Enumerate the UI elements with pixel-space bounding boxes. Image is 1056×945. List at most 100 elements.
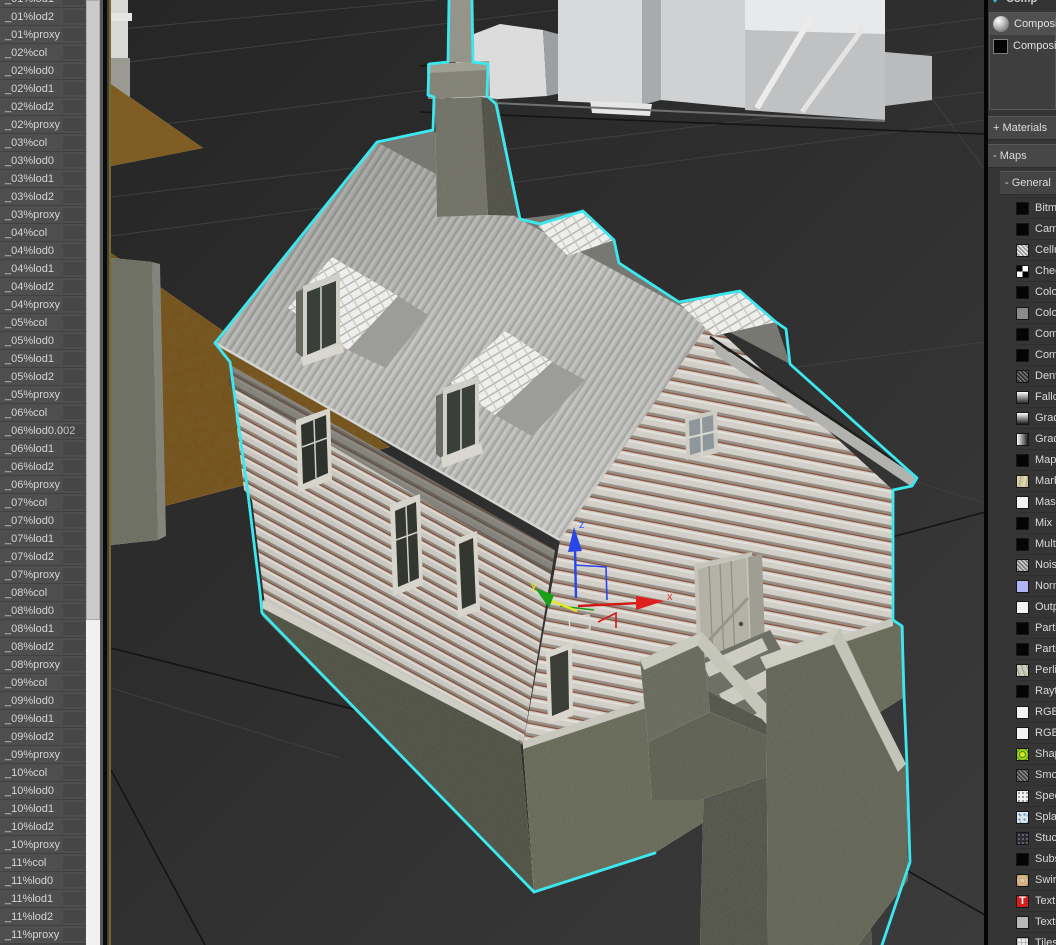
scene-object-row[interactable]: _11%proxy	[0, 926, 86, 944]
map-item[interactable]: Raytrace	[1016, 680, 1056, 701]
scene-object-row[interactable]: _09%lod0	[0, 692, 86, 710]
scene-object-row[interactable]: _04%proxy	[0, 296, 86, 314]
map-item[interactable]: Normal Bump	[1016, 575, 1056, 596]
map-item[interactable]: Output	[1016, 596, 1056, 617]
selected-house[interactable]	[213, 0, 919, 945]
result-row-map[interactable]: Composite	[990, 35, 1056, 57]
map-item[interactable]: Cellular	[1016, 239, 1056, 260]
result-row-material[interactable]: Composite	[990, 13, 1056, 35]
map-item[interactable]: Falloff	[1016, 386, 1056, 407]
section-general[interactable]: - General	[1000, 171, 1056, 195]
scene-object-row[interactable]: _01%lod2	[0, 8, 86, 26]
browser-search-row[interactable]: Comp	[988, 0, 1056, 10]
background-building[interactable]	[451, 0, 932, 122]
viewport-3d[interactable]: z x y	[111, 0, 984, 945]
scene-object-row[interactable]: _04%lod2	[0, 278, 86, 296]
gizmo-z-axis[interactable]	[573, 548, 578, 599]
scene-object-row[interactable]: _08%lod2	[0, 638, 86, 656]
scene-object-row[interactable]: _11%lod1	[0, 890, 86, 908]
scene-object-row[interactable]: _10%proxy	[0, 836, 86, 854]
search-text[interactable]: Comp	[1006, 0, 1037, 5]
map-item[interactable]: Combustion	[1016, 323, 1056, 344]
scene-object-row[interactable]: _05%lod0	[0, 332, 86, 350]
map-item[interactable]: Speckle	[1016, 785, 1056, 806]
map-item[interactable]: Camera Map Per Pixel	[1016, 218, 1056, 239]
map-item[interactable]: Smoke	[1016, 764, 1056, 785]
scene-object-row[interactable]: _06%proxy	[0, 476, 86, 494]
scene-object-row[interactable]: _05%lod2	[0, 368, 86, 386]
scene-object-row[interactable]: _04%lod1	[0, 260, 86, 278]
scene-object-row[interactable]: _05%col	[0, 314, 86, 332]
map-item[interactable]: Dent	[1016, 365, 1056, 386]
section-maps[interactable]: - Maps	[988, 144, 1056, 168]
scene-object-row[interactable]: _03%lod1	[0, 170, 86, 188]
scene-object-row[interactable]: _01%proxy	[0, 26, 86, 44]
scene-object-row[interactable]: _09%proxy	[0, 746, 86, 764]
map-item[interactable]: Particle MBlur	[1016, 638, 1056, 659]
map-item[interactable]: Bitmap	[1016, 197, 1056, 218]
map-item[interactable]: RGB Multiply	[1016, 701, 1056, 722]
map-item[interactable]: Gradient	[1016, 407, 1056, 428]
scene-object-row[interactable]: _07%lod1	[0, 530, 86, 548]
scene-object-row[interactable]: _04%lod0	[0, 242, 86, 260]
scene-object-row[interactable]: _02%lod0	[0, 62, 86, 80]
scene-object-row[interactable]: _05%proxy	[0, 386, 86, 404]
scene-object-row[interactable]: _03%col	[0, 134, 86, 152]
map-item[interactable]: Perlin Marble	[1016, 659, 1056, 680]
map-item[interactable]: Marble	[1016, 470, 1056, 491]
map-item[interactable]: Swirl	[1016, 869, 1056, 890]
scene-object-row[interactable]: _10%lod2	[0, 818, 86, 836]
scene-object-row[interactable]: _07%lod2	[0, 548, 86, 566]
scene-object-row[interactable]: _07%lod0	[0, 512, 86, 530]
scene-object-row[interactable]: _08%lod0	[0, 602, 86, 620]
scene-object-row[interactable]: _09%lod1	[0, 710, 86, 728]
scene-object-row[interactable]: _08%proxy	[0, 656, 86, 674]
scene-object-row[interactable]: _05%lod1	[0, 350, 86, 368]
scene-object-row[interactable]: _11%lod2	[0, 908, 86, 926]
map-item[interactable]: Mask	[1016, 491, 1056, 512]
map-item[interactable]: Color Map	[1016, 302, 1056, 323]
map-item[interactable]: Checker	[1016, 260, 1056, 281]
map-item[interactable]: Noise	[1016, 554, 1056, 575]
map-item[interactable]: Gradient Ramp	[1016, 428, 1056, 449]
scene-object-row[interactable]: _03%lod2	[0, 188, 86, 206]
map-item[interactable]: Splat	[1016, 806, 1056, 827]
scene-object-row[interactable]: _06%lod2	[0, 458, 86, 476]
map-item[interactable]: Shape Map	[1016, 743, 1056, 764]
map-item[interactable]: Tiles	[1016, 932, 1056, 945]
scene-object-row[interactable]: _03%lod0	[0, 152, 86, 170]
map-item[interactable]: Color Correction	[1016, 281, 1056, 302]
map-item[interactable]: MultiTile	[1016, 533, 1056, 554]
map-item[interactable]: Stucco	[1016, 827, 1056, 848]
scene-object-row[interactable]: _01%lod1	[0, 0, 86, 8]
section-materials[interactable]: + Materials	[988, 116, 1056, 140]
chevron-down-icon[interactable]	[990, 0, 1000, 3]
scene-object-row[interactable]: _10%col	[0, 764, 86, 782]
scene-object-row[interactable]: _09%lod2	[0, 728, 86, 746]
map-item[interactable]: Text Map	[1016, 890, 1056, 911]
scene-object-row[interactable]: _02%col	[0, 44, 86, 62]
list-scrollbar[interactable]	[86, 0, 100, 945]
scene-object-row[interactable]: _11%lod0	[0, 872, 86, 890]
viewport-canvas[interactable]: z x y	[111, 0, 984, 945]
map-item[interactable]: RGB Tint	[1016, 722, 1056, 743]
scene-object-row[interactable]: _10%lod1	[0, 800, 86, 818]
map-item[interactable]: Particle Age	[1016, 617, 1056, 638]
map-item[interactable]: Mix	[1016, 512, 1056, 533]
scene-object-row[interactable]: _11%col	[0, 854, 86, 872]
scene-object-row[interactable]: _09%col	[0, 674, 86, 692]
scene-object-row[interactable]: _07%proxy	[0, 566, 86, 584]
scene-object-row[interactable]: _10%lod0	[0, 782, 86, 800]
map-item[interactable]: Map Output Selector	[1016, 449, 1056, 470]
scene-object-row[interactable]: _02%proxy	[0, 116, 86, 134]
scene-object-row[interactable]: _02%lod2	[0, 98, 86, 116]
scene-object-row[interactable]: _04%col	[0, 224, 86, 242]
scene-object-row[interactable]: _03%proxy	[0, 206, 86, 224]
scene-object-row[interactable]: _06%col	[0, 404, 86, 422]
scene-object-row[interactable]: _06%lod1	[0, 440, 86, 458]
scene-object-row[interactable]: _06%lod0.002	[0, 422, 86, 440]
map-item[interactable]: Substance	[1016, 848, 1056, 869]
map-item[interactable]: Composite	[1016, 344, 1056, 365]
list-scrollbar-thumb[interactable]	[86, 0, 100, 620]
scene-object-row[interactable]: _02%lod1	[0, 80, 86, 98]
